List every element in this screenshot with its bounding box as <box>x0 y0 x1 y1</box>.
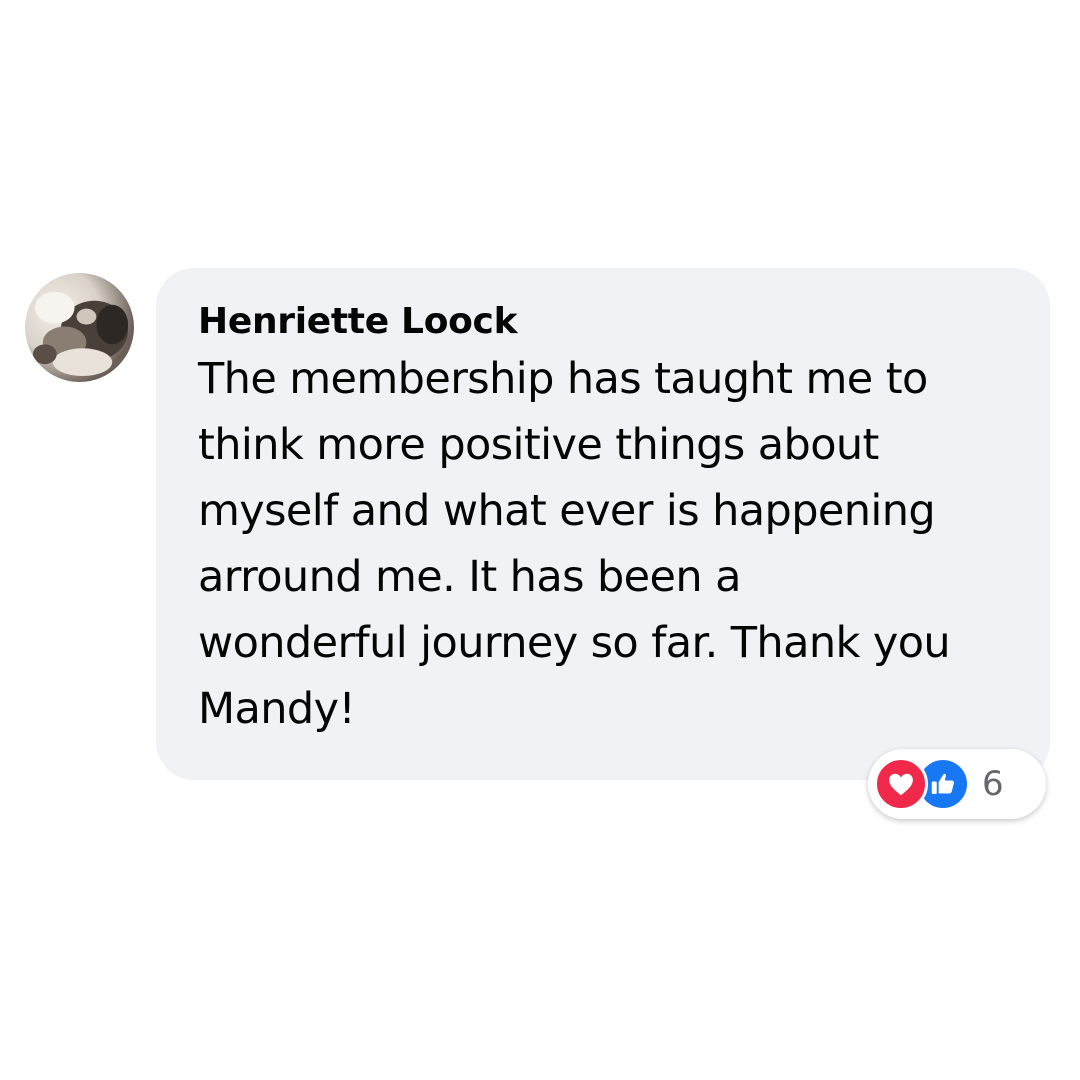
avatar-photo <box>25 273 134 382</box>
reactions-summary[interactable]: 6 <box>868 749 1046 819</box>
comment-bubble: Henriette Loock The membership has taugh… <box>156 268 1050 780</box>
comment-author[interactable]: Henriette Loock <box>198 300 518 344</box>
comment-text: The membership has taught me to think mo… <box>198 354 951 734</box>
avatar[interactable] <box>25 273 134 382</box>
comment: Henriette Loock The membership has taugh… <box>0 0 1080 1080</box>
reaction-count: 6 <box>982 764 1004 804</box>
love-icon <box>874 757 928 811</box>
